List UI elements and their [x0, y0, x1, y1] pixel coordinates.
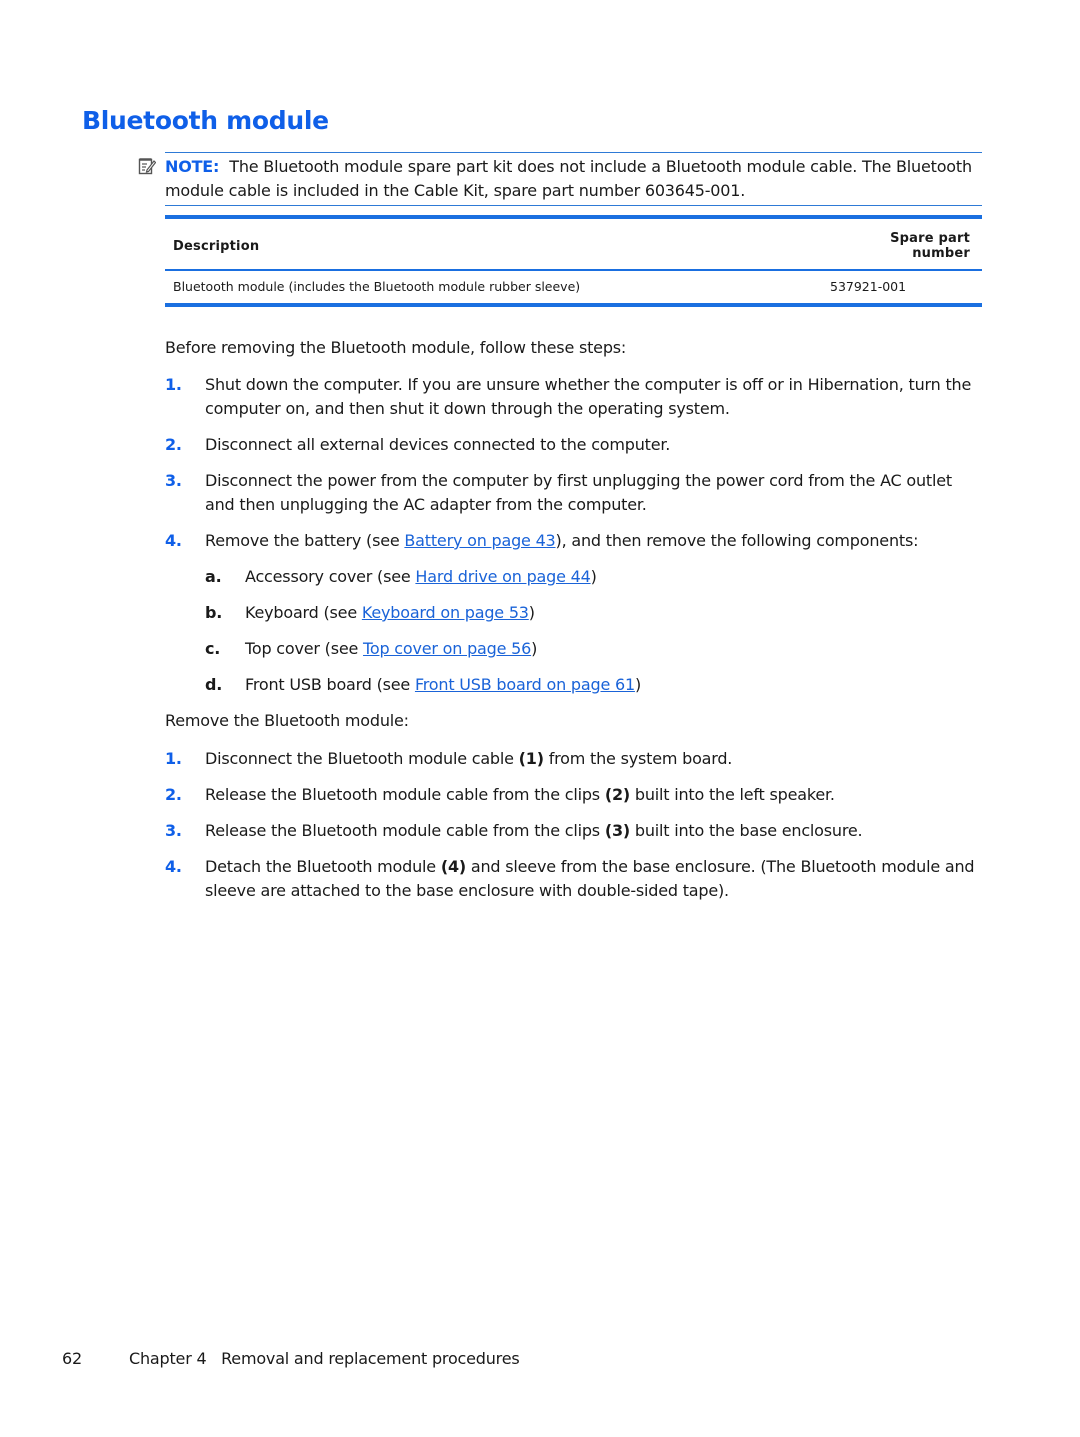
substep-letter: c.	[205, 639, 221, 658]
step-text-after: from the system board.	[543, 749, 733, 768]
note-text: The Bluetooth module spare part kit does…	[165, 157, 972, 200]
step-text-before: Remove the battery (see	[205, 531, 405, 550]
removal-step: 2. Release the Bluetooth module cable fr…	[165, 783, 980, 807]
page-title: Bluetooth module	[82, 106, 329, 135]
step-text: Disconnect all external devices connecte…	[205, 435, 671, 454]
table-row: Bluetooth module (includes the Bluetooth…	[165, 270, 982, 305]
step-text-after: built into the base enclosure.	[630, 821, 863, 840]
step-number: 4.	[165, 857, 182, 876]
step-number: 1.	[165, 375, 182, 394]
substep: b. Keyboard (see Keyboard on page 53)	[205, 601, 980, 625]
top-cover-link[interactable]: Top cover on page 56	[363, 639, 531, 658]
component-substeps: a. Accessory cover (see Hard drive on pa…	[205, 565, 980, 697]
note-pencil-icon	[138, 158, 156, 175]
step-text: Disconnect the power from the computer b…	[205, 471, 952, 514]
callout-number: (3)	[604, 821, 630, 840]
substep-text: Accessory cover (see	[245, 567, 416, 586]
step-number: 2.	[165, 785, 182, 804]
cell-spare-part-number: 537921-001	[830, 279, 907, 294]
step-number: 4.	[165, 531, 182, 550]
step-number: 3.	[165, 821, 182, 840]
step-text-after: built into the left speaker.	[630, 785, 835, 804]
substep-text-after: )	[531, 639, 538, 658]
removal-step: 4. Detach the Bluetooth module (4) and s…	[165, 855, 980, 903]
battery-link[interactable]: Battery on page 43	[404, 531, 555, 550]
removal-intro: Remove the Bluetooth module:	[165, 711, 409, 730]
prep-steps-list: 1. Shut down the computer. If you are un…	[165, 373, 980, 709]
substep-text-after: )	[590, 567, 597, 586]
step-number: 1.	[165, 749, 182, 768]
step-text-before: Release the Bluetooth module cable from …	[205, 821, 605, 840]
substep: d. Front USB board (see Front USB board …	[205, 673, 980, 697]
substep-letter: d.	[205, 675, 223, 694]
chapter-title: Removal and replacement procedures	[221, 1349, 520, 1368]
page-number: 62	[62, 1349, 82, 1368]
note-box: NOTE: The Bluetooth module spare part kit…	[138, 152, 982, 206]
table-header-row: Description Spare part number	[165, 217, 982, 271]
step-number: 2.	[165, 435, 182, 454]
prep-step: 2. Disconnect all external devices conne…	[165, 433, 980, 457]
step-text-after: ), and then remove the following compone…	[555, 531, 919, 550]
callout-number: (1)	[518, 749, 544, 768]
column-header-spare-part-number: Spare part number	[822, 217, 982, 271]
callout-number: (2)	[604, 785, 630, 804]
substep: c. Top cover (see Top cover on page 56)	[205, 637, 980, 661]
callout-number: (4)	[440, 857, 466, 876]
step-text: Shut down the computer. If you are unsur…	[205, 375, 972, 418]
step-text-before: Detach the Bluetooth module	[205, 857, 441, 876]
prep-intro: Before removing the Bluetooth module, fo…	[165, 338, 627, 357]
spare-parts-table: Description Spare part number Bluetooth …	[165, 215, 982, 307]
substep: a. Accessory cover (see Hard drive on pa…	[205, 565, 980, 589]
prep-step: 3. Disconnect the power from the compute…	[165, 469, 980, 517]
keyboard-link[interactable]: Keyboard on page 53	[362, 603, 529, 622]
cell-description: Bluetooth module (includes the Bluetooth…	[173, 279, 581, 294]
removal-step: 3. Release the Bluetooth module cable fr…	[165, 819, 980, 843]
front-usb-board-link[interactable]: Front USB board on page 61	[415, 675, 635, 694]
column-header-description: Description	[165, 217, 822, 271]
page-footer: 62 Chapter 4 Removal and replacement proc…	[62, 1349, 520, 1368]
substep-letter: b.	[205, 603, 223, 622]
substep-text: Keyboard (see	[245, 603, 362, 622]
substep-text-after: )	[634, 675, 641, 694]
hard-drive-link[interactable]: Hard drive on page 44	[415, 567, 590, 586]
substep-text-after: )	[528, 603, 535, 622]
removal-steps-list: 1. Disconnect the Bluetooth module cable…	[165, 747, 980, 915]
step-number: 3.	[165, 471, 182, 490]
substep-letter: a.	[205, 567, 222, 586]
chapter-label: Chapter 4	[129, 1349, 207, 1368]
prep-step: 4. Remove the battery (see Battery on pa…	[165, 529, 980, 697]
prep-step: 1. Shut down the computer. If you are un…	[165, 373, 980, 421]
removal-step: 1. Disconnect the Bluetooth module cable…	[165, 747, 980, 771]
substep-text: Top cover (see	[245, 639, 364, 658]
note-label: NOTE:	[165, 157, 220, 176]
substep-text: Front USB board (see	[245, 675, 415, 694]
step-text-before: Disconnect the Bluetooth module cable	[205, 749, 519, 768]
step-text-before: Release the Bluetooth module cable from …	[205, 785, 605, 804]
